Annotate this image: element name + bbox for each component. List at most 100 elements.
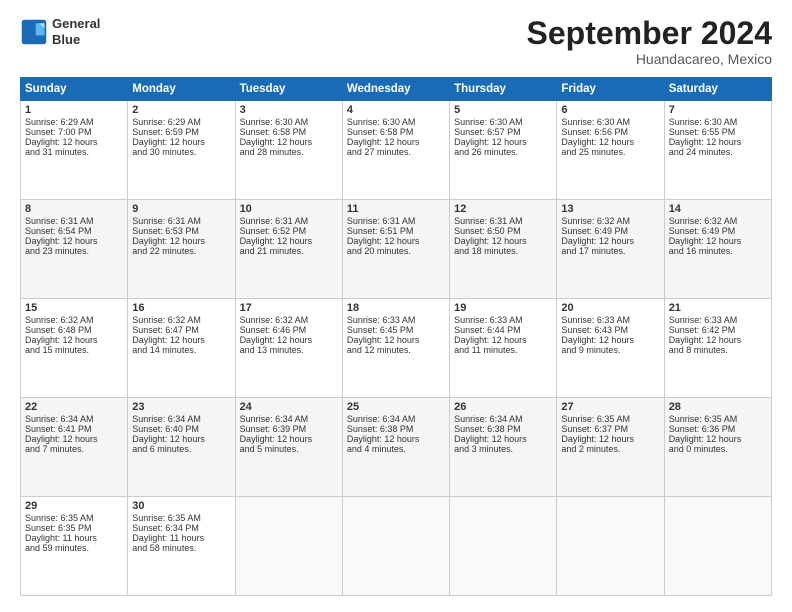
day-info: Sunrise: 6:35 AM bbox=[132, 513, 230, 523]
calendar-cell: 18Sunrise: 6:33 AMSunset: 6:45 PMDayligh… bbox=[342, 299, 449, 398]
day-info: Sunrise: 6:30 AM bbox=[347, 117, 445, 127]
day-number: 15 bbox=[25, 302, 123, 314]
day-info: Sunset: 6:59 PM bbox=[132, 127, 230, 137]
day-number: 27 bbox=[561, 401, 659, 413]
day-number: 16 bbox=[132, 302, 230, 314]
day-info: and 20 minutes. bbox=[347, 246, 445, 256]
day-info: Sunset: 6:40 PM bbox=[132, 424, 230, 434]
day-number: 14 bbox=[669, 203, 767, 215]
day-info: and 18 minutes. bbox=[454, 246, 552, 256]
day-info: Daylight: 12 hours bbox=[454, 434, 552, 444]
calendar-cell bbox=[664, 497, 771, 596]
calendar-cell: 27Sunrise: 6:35 AMSunset: 6:37 PMDayligh… bbox=[557, 398, 664, 497]
calendar-table: SundayMondayTuesdayWednesdayThursdayFrid… bbox=[20, 77, 772, 596]
day-info: Daylight: 12 hours bbox=[132, 137, 230, 147]
day-number: 4 bbox=[347, 104, 445, 116]
calendar-cell: 29Sunrise: 6:35 AMSunset: 6:35 PMDayligh… bbox=[21, 497, 128, 596]
title-block: September 2024 Huandacareo, Mexico bbox=[527, 16, 772, 67]
day-info: Daylight: 12 hours bbox=[240, 335, 338, 345]
day-info: and 5 minutes. bbox=[240, 444, 338, 454]
day-info: Sunset: 6:52 PM bbox=[240, 226, 338, 236]
calendar-cell: 12Sunrise: 6:31 AMSunset: 6:50 PMDayligh… bbox=[450, 200, 557, 299]
day-info: and 24 minutes. bbox=[669, 147, 767, 157]
day-info: Sunrise: 6:29 AM bbox=[132, 117, 230, 127]
day-number: 10 bbox=[240, 203, 338, 215]
calendar-cell: 3Sunrise: 6:30 AMSunset: 6:58 PMDaylight… bbox=[235, 101, 342, 200]
day-info: and 25 minutes. bbox=[561, 147, 659, 157]
day-info: Sunrise: 6:32 AM bbox=[240, 315, 338, 325]
calendar-cell: 8Sunrise: 6:31 AMSunset: 6:54 PMDaylight… bbox=[21, 200, 128, 299]
day-info: Sunrise: 6:33 AM bbox=[669, 315, 767, 325]
day-info: Sunrise: 6:30 AM bbox=[454, 117, 552, 127]
day-info: and 16 minutes. bbox=[669, 246, 767, 256]
day-info: Daylight: 12 hours bbox=[561, 236, 659, 246]
day-info: Sunset: 6:54 PM bbox=[25, 226, 123, 236]
day-info: and 15 minutes. bbox=[25, 345, 123, 355]
day-info: Sunset: 6:46 PM bbox=[240, 325, 338, 335]
day-info: Sunset: 6:34 PM bbox=[132, 523, 230, 533]
logo: General Blue bbox=[20, 16, 100, 47]
day-info: Sunrise: 6:31 AM bbox=[240, 216, 338, 226]
day-info: Sunset: 6:49 PM bbox=[561, 226, 659, 236]
day-info: Sunrise: 6:35 AM bbox=[25, 513, 123, 523]
day-number: 24 bbox=[240, 401, 338, 413]
day-number: 2 bbox=[132, 104, 230, 116]
day-info: Sunset: 6:42 PM bbox=[669, 325, 767, 335]
day-info: Sunset: 6:43 PM bbox=[561, 325, 659, 335]
day-info: Sunrise: 6:32 AM bbox=[561, 216, 659, 226]
month-title: September 2024 bbox=[527, 16, 772, 51]
day-info: Sunset: 6:37 PM bbox=[561, 424, 659, 434]
day-info: Sunrise: 6:31 AM bbox=[25, 216, 123, 226]
day-info: Sunrise: 6:31 AM bbox=[347, 216, 445, 226]
day-info: Daylight: 12 hours bbox=[669, 236, 767, 246]
day-info: Daylight: 11 hours bbox=[25, 533, 123, 543]
day-info: Sunrise: 6:34 AM bbox=[132, 414, 230, 424]
day-info: Sunset: 6:58 PM bbox=[347, 127, 445, 137]
calendar-cell: 21Sunrise: 6:33 AMSunset: 6:42 PMDayligh… bbox=[664, 299, 771, 398]
calendar-cell: 14Sunrise: 6:32 AMSunset: 6:49 PMDayligh… bbox=[664, 200, 771, 299]
day-info: Sunset: 6:50 PM bbox=[454, 226, 552, 236]
day-info: and 13 minutes. bbox=[240, 345, 338, 355]
day-info: and 14 minutes. bbox=[132, 345, 230, 355]
day-info: Daylight: 12 hours bbox=[132, 335, 230, 345]
day-info: Daylight: 12 hours bbox=[347, 335, 445, 345]
col-header-friday: Friday bbox=[557, 78, 664, 101]
calendar-cell: 13Sunrise: 6:32 AMSunset: 6:49 PMDayligh… bbox=[557, 200, 664, 299]
col-header-tuesday: Tuesday bbox=[235, 78, 342, 101]
calendar-cell: 6Sunrise: 6:30 AMSunset: 6:56 PMDaylight… bbox=[557, 101, 664, 200]
day-number: 28 bbox=[669, 401, 767, 413]
logo-text: General Blue bbox=[52, 16, 100, 47]
day-info: and 9 minutes. bbox=[561, 345, 659, 355]
day-info: Daylight: 12 hours bbox=[240, 434, 338, 444]
day-info: and 4 minutes. bbox=[347, 444, 445, 454]
col-header-thursday: Thursday bbox=[450, 78, 557, 101]
day-info: Daylight: 12 hours bbox=[669, 335, 767, 345]
day-info: Sunrise: 6:32 AM bbox=[669, 216, 767, 226]
calendar-cell: 20Sunrise: 6:33 AMSunset: 6:43 PMDayligh… bbox=[557, 299, 664, 398]
calendar-cell: 17Sunrise: 6:32 AMSunset: 6:46 PMDayligh… bbox=[235, 299, 342, 398]
day-info: Sunrise: 6:31 AM bbox=[454, 216, 552, 226]
day-info: Sunset: 6:45 PM bbox=[347, 325, 445, 335]
day-info: and 8 minutes. bbox=[669, 345, 767, 355]
day-info: Daylight: 12 hours bbox=[25, 236, 123, 246]
day-info: Sunrise: 6:34 AM bbox=[25, 414, 123, 424]
col-header-sunday: Sunday bbox=[21, 78, 128, 101]
day-info: Daylight: 12 hours bbox=[25, 335, 123, 345]
day-info: Daylight: 12 hours bbox=[669, 137, 767, 147]
day-number: 18 bbox=[347, 302, 445, 314]
calendar-cell: 23Sunrise: 6:34 AMSunset: 6:40 PMDayligh… bbox=[128, 398, 235, 497]
calendar-cell: 9Sunrise: 6:31 AMSunset: 6:53 PMDaylight… bbox=[128, 200, 235, 299]
day-number: 1 bbox=[25, 104, 123, 116]
day-number: 12 bbox=[454, 203, 552, 215]
calendar-cell: 30Sunrise: 6:35 AMSunset: 6:34 PMDayligh… bbox=[128, 497, 235, 596]
day-info: Sunset: 6:53 PM bbox=[132, 226, 230, 236]
day-info: Daylight: 12 hours bbox=[561, 434, 659, 444]
calendar-cell: 10Sunrise: 6:31 AMSunset: 6:52 PMDayligh… bbox=[235, 200, 342, 299]
day-info: Sunset: 6:48 PM bbox=[25, 325, 123, 335]
day-number: 21 bbox=[669, 302, 767, 314]
calendar-cell bbox=[235, 497, 342, 596]
logo-icon bbox=[20, 18, 48, 46]
day-info: Sunset: 6:56 PM bbox=[561, 127, 659, 137]
calendar-cell: 15Sunrise: 6:32 AMSunset: 6:48 PMDayligh… bbox=[21, 299, 128, 398]
day-info: and 11 minutes. bbox=[454, 345, 552, 355]
